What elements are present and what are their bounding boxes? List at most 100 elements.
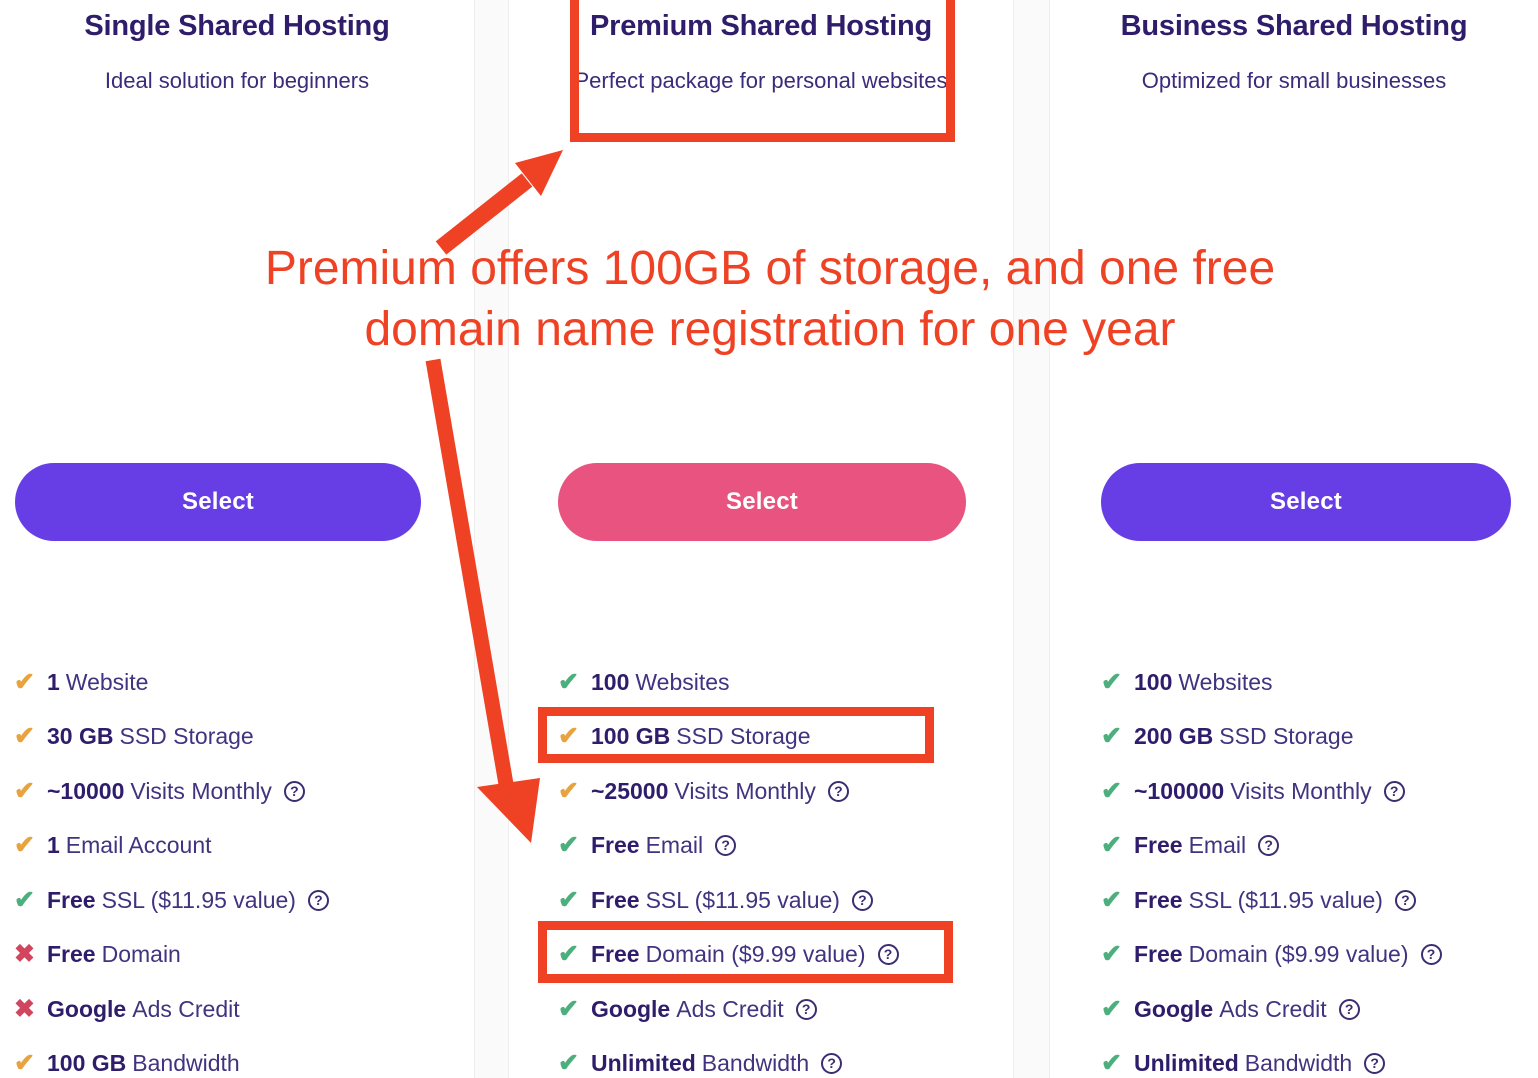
check-icon: ✔ xyxy=(1101,994,1122,1023)
feature-value: Unlimited xyxy=(591,1050,696,1077)
check-icon: ✔ xyxy=(14,776,35,805)
select-button-premium[interactable]: Select xyxy=(558,463,966,541)
feature-value: 30 GB xyxy=(47,723,114,750)
help-icon[interactable]: ? xyxy=(283,780,305,802)
feature-row: ✔ Free SSL ($11.95 value)? xyxy=(14,873,474,928)
feature-value: Google xyxy=(47,995,127,1022)
feature-label: Bandwidth xyxy=(1244,1050,1353,1077)
feature-value: 100 xyxy=(1134,668,1173,695)
plan-title: Business Shared Hosting xyxy=(1120,10,1468,42)
feature-row: ✔ 30 GB SSD Storage xyxy=(14,710,474,765)
check-icon: ✔ xyxy=(558,667,579,696)
help-icon[interactable]: ? xyxy=(827,780,849,802)
check-icon: ✔ xyxy=(14,885,35,914)
feature-row: ✔ ~100000 Visits Monthly? xyxy=(1101,764,1538,819)
feature-row: ✔ Google Ads Credit? xyxy=(558,982,1013,1037)
feature-row: ✔ ~10000 Visits Monthly? xyxy=(14,764,474,819)
check-icon: ✔ xyxy=(1101,722,1122,751)
feature-row: ✔ Free SSL ($11.95 value)? xyxy=(1101,873,1538,928)
select-button-business[interactable]: Select xyxy=(1101,463,1511,541)
feature-value: Google xyxy=(1134,995,1214,1022)
feature-row: ✔ Unlimited Bandwidth? xyxy=(558,1037,1013,1078)
check-icon: ✔ xyxy=(1101,1049,1122,1078)
check-icon: ✔ xyxy=(558,776,579,805)
feature-row: ✔ 100 Websites xyxy=(558,655,1013,710)
feature-value: 200 GB xyxy=(1134,723,1214,750)
feature-label: Bandwidth xyxy=(132,1050,240,1077)
check-icon: ✔ xyxy=(14,831,35,860)
feature-label: SSL ($11.95 value) xyxy=(1188,886,1383,913)
help-icon[interactable]: ? xyxy=(1258,835,1280,857)
feature-label: SSL ($11.95 value) xyxy=(645,886,840,913)
feature-value: Free xyxy=(1134,886,1183,913)
feature-label: Ads Credit xyxy=(132,995,240,1022)
feature-value: Free xyxy=(47,886,96,913)
help-icon[interactable]: ? xyxy=(307,889,329,911)
check-icon: ✔ xyxy=(1101,776,1122,805)
feature-label: Domain xyxy=(101,941,181,968)
feature-value: Free xyxy=(591,832,640,859)
help-icon[interactable]: ? xyxy=(1364,1053,1386,1075)
feature-value: 100 GB xyxy=(591,723,671,750)
feature-label: SSD Storage xyxy=(119,723,254,750)
check-icon: ✔ xyxy=(558,722,579,751)
feature-value: Unlimited xyxy=(1134,1050,1239,1077)
check-icon: ✔ xyxy=(1101,667,1122,696)
feature-row: ✔ Free Domain ($9.99 value)? xyxy=(1101,928,1538,983)
feature-list: ✔ 100 Websites ✔ 100 GB SSD Storage ✔ ~25000 Vis… xyxy=(509,655,1013,1078)
feature-value: 100 xyxy=(591,668,630,695)
feature-label: Email xyxy=(645,832,704,859)
feature-row: ✔ 100 GB SSD Storage xyxy=(558,710,1013,765)
feature-label: Visits Monthly xyxy=(1230,777,1372,804)
plan-subtitle: Perfect package for personal websites xyxy=(574,68,948,94)
feature-row: ✖ Google Ads Credit xyxy=(14,982,474,1037)
feature-row: ✔ Free Email? xyxy=(558,819,1013,874)
feature-row: ✔ Free Domain ($9.99 value)? xyxy=(558,928,1013,983)
select-button-single[interactable]: Select xyxy=(15,463,421,541)
plan-title: Premium Shared Hosting xyxy=(589,10,933,42)
feature-label: Visits Monthly xyxy=(674,777,816,804)
check-icon: ✔ xyxy=(1101,885,1122,914)
column-divider-2 xyxy=(1013,0,1050,1078)
cross-icon: ✖ xyxy=(14,940,35,969)
feature-row: ✔ 100 Websites xyxy=(1101,655,1538,710)
feature-label: Visits Monthly xyxy=(130,777,272,804)
help-icon[interactable]: ? xyxy=(1420,944,1442,966)
check-icon: ✔ xyxy=(14,1049,35,1078)
feature-value: 1 xyxy=(47,668,60,695)
feature-value: Free xyxy=(591,886,640,913)
feature-value: ~100000 xyxy=(1134,777,1225,804)
feature-label: SSL ($11.95 value) xyxy=(101,886,296,913)
help-icon[interactable]: ? xyxy=(877,944,899,966)
help-icon[interactable]: ? xyxy=(715,835,737,857)
check-icon: ✔ xyxy=(14,722,35,751)
help-icon[interactable]: ? xyxy=(851,889,873,911)
feature-value: Free xyxy=(1134,941,1183,968)
feature-label: Website xyxy=(65,668,149,695)
check-icon: ✔ xyxy=(1101,940,1122,969)
feature-row: ✔ Free SSL ($11.95 value)? xyxy=(558,873,1013,928)
feature-value: ~10000 xyxy=(47,777,125,804)
help-icon[interactable]: ? xyxy=(1394,889,1416,911)
help-icon[interactable]: ? xyxy=(795,998,817,1020)
feature-row: ✔ ~25000 Visits Monthly? xyxy=(558,764,1013,819)
feature-value: 1 xyxy=(47,832,60,859)
feature-value: Google xyxy=(591,995,671,1022)
pricing-comparison-screen: Single Shared Hosting Ideal solution for… xyxy=(0,0,1538,1078)
feature-row: ✔ 100 GB Bandwidth xyxy=(14,1037,474,1078)
feature-label: Email xyxy=(1188,832,1247,859)
check-icon: ✔ xyxy=(558,940,579,969)
feature-row: ✔ Unlimited Bandwidth? xyxy=(1101,1037,1538,1078)
feature-row: ✔ Google Ads Credit? xyxy=(1101,982,1538,1037)
help-icon[interactable]: ? xyxy=(1383,780,1405,802)
plan-title: Single Shared Hosting xyxy=(84,10,390,42)
feature-row: ✔ 200 GB SSD Storage xyxy=(1101,710,1538,765)
check-icon: ✔ xyxy=(1101,831,1122,860)
check-icon: ✔ xyxy=(558,994,579,1023)
plan-subtitle: Optimized for small businesses xyxy=(1141,68,1447,94)
help-icon[interactable]: ? xyxy=(821,1053,843,1075)
feature-label: Domain ($9.99 value) xyxy=(1188,941,1409,968)
plan-subtitle: Ideal solution for beginners xyxy=(104,68,370,94)
help-icon[interactable]: ? xyxy=(1338,998,1360,1020)
check-icon: ✔ xyxy=(558,1049,579,1078)
